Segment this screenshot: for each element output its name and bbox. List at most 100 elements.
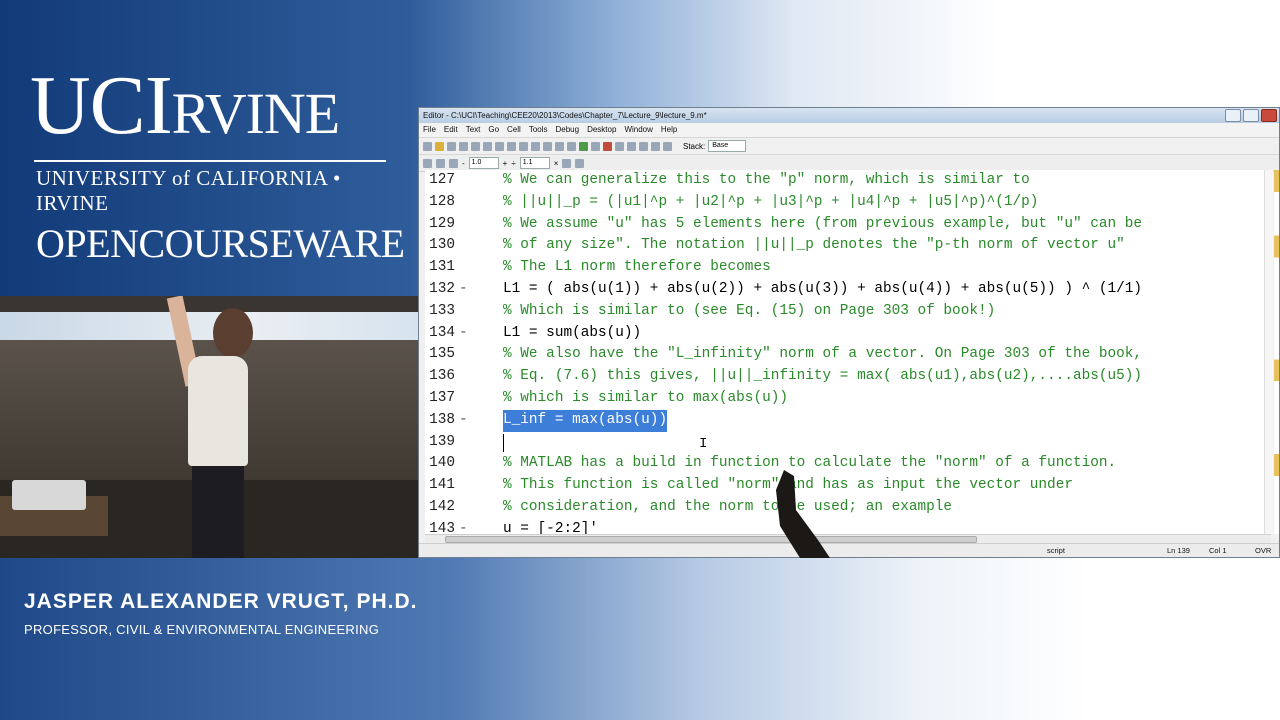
code-line[interactable]: 133 % Which is similar to (see Eq. (15) o… <box>425 301 1271 323</box>
line-number: 136 <box>429 368 455 385</box>
cell-advance-icon[interactable] <box>436 158 445 168</box>
code-area[interactable]: 127 % We can generalize this to the "p" n… <box>425 170 1271 534</box>
breakpoint-marker[interactable]: - <box>459 279 468 301</box>
code-line[interactable]: 143- u = [-2:2]' <box>425 519 1271 534</box>
menu-text[interactable]: Text <box>466 123 481 137</box>
message-bar[interactable] <box>1274 170 1279 534</box>
save-icon[interactable] <box>447 141 456 151</box>
code-line[interactable]: 142 % consideration, and the norm to be u… <box>425 497 1271 519</box>
close-button[interactable] <box>1261 109 1277 122</box>
info-icon[interactable] <box>575 158 585 168</box>
selected-code: L_inf = max(abs(u)) <box>503 409 668 432</box>
menu-cell[interactable]: Cell <box>507 123 521 137</box>
menu-desktop[interactable]: Desktop <box>587 123 616 137</box>
forward-icon[interactable] <box>555 141 564 151</box>
uci-logo: UCIRVINE UNIVERSITY of CALIFORNIA • IRVI… <box>30 64 405 267</box>
code-line[interactable]: 139 I <box>425 432 1271 454</box>
code-line[interactable]: 127 % We can generalize this to the "p" n… <box>425 170 1271 192</box>
logo-uci-text: UCIRVINE <box>30 64 390 154</box>
breakpoint-marker[interactable]: - <box>459 410 468 432</box>
status-overwrite: OVR <box>1255 546 1272 555</box>
cell-plus-button[interactable]: + <box>503 159 508 168</box>
menu-debug[interactable]: Debug <box>556 123 580 137</box>
cell-value-input[interactable]: 1.0 <box>468 157 499 169</box>
continue-icon[interactable] <box>651 141 660 151</box>
minimize-button[interactable] <box>1225 109 1241 122</box>
undo-icon[interactable] <box>495 141 504 151</box>
matlab-editor-window: Editor - C:\UCI\Teaching\CEE20\2013\Code… <box>418 107 1280 558</box>
vertical-scrollbar[interactable] <box>1264 170 1273 534</box>
code-comment: % The L1 norm therefore becomes <box>503 259 771 276</box>
step-in-icon[interactable] <box>627 141 636 151</box>
code-statement: u = [-2:2]' <box>503 520 598 534</box>
redo-icon[interactable] <box>507 141 516 151</box>
code-comment: % We also have the "L_infinity" norm of … <box>503 346 1143 363</box>
code-line[interactable]: 136 % Eq. (7.6) this gives, ||u||_infinit… <box>425 366 1271 388</box>
line-number: 143 <box>429 520 455 534</box>
run-icon[interactable] <box>579 141 588 151</box>
cell-scale-input[interactable]: 1.1 <box>519 157 550 169</box>
line-number: 128 <box>429 193 455 210</box>
menu-window[interactable]: Window <box>624 123 652 137</box>
maximize-button[interactable] <box>1243 109 1259 122</box>
footer-band <box>0 558 1280 720</box>
step-icon[interactable] <box>615 141 624 151</box>
menu-edit[interactable]: Edit <box>444 123 458 137</box>
menu-help[interactable]: Help <box>661 123 677 137</box>
line-number: 127 <box>429 172 455 188</box>
code-line[interactable]: 134- L1 = sum(abs(u)) <box>425 323 1271 345</box>
cell-multiply-button[interactable]: × <box>554 159 559 168</box>
menu-file[interactable]: File <box>423 123 436 137</box>
cut-icon[interactable] <box>459 141 468 151</box>
line-number: 131 <box>429 259 455 276</box>
cell-mode-icon[interactable] <box>562 158 572 168</box>
code-line[interactable]: 137 % which is similar to max(abs(u)) <box>425 388 1271 410</box>
line-number: 137 <box>429 389 455 406</box>
code-line[interactable]: 128 % ||u||_p = (|u1|^p + |u2|^p + |u3|^p… <box>425 192 1271 214</box>
function-icon[interactable] <box>567 141 576 151</box>
code-line[interactable]: 140% MATLAB has a build in function to c… <box>425 453 1271 475</box>
find-icon[interactable] <box>531 141 540 151</box>
back-icon[interactable] <box>543 141 552 151</box>
window-controls <box>1225 109 1277 122</box>
cell-divide-button[interactable]: ÷ <box>511 159 515 168</box>
horizontal-scrollbar[interactable] <box>425 534 1271 543</box>
code-line[interactable]: 135 % We also have the "L_infinity" norm … <box>425 344 1271 366</box>
cell-minus-button[interactable]: - <box>462 159 465 168</box>
text-cursor <box>503 433 504 452</box>
paste-icon[interactable] <box>483 141 492 151</box>
breakpoint-marker[interactable]: - <box>459 323 468 345</box>
logo-opencourseware: OPENCOURSEWARE <box>36 221 405 266</box>
code-comment: % Which is similar to (see Eq. (15) on P… <box>503 302 996 319</box>
code-line[interactable]: 141% This function is called "norm" and … <box>425 475 1271 497</box>
code-line[interactable]: 131 % The L1 norm therefore becomes <box>425 257 1271 279</box>
step-out-icon[interactable] <box>639 141 648 151</box>
exit-debug-icon[interactable] <box>663 141 672 151</box>
menu-tools[interactable]: Tools <box>529 123 548 137</box>
projection-screen <box>0 312 418 340</box>
copy-icon[interactable] <box>471 141 480 151</box>
clear-breakpoints-icon[interactable] <box>603 141 612 151</box>
line-number: 141 <box>429 477 455 494</box>
code-line[interactable]: 129 % We assume "u" has 5 elements here (… <box>425 214 1271 236</box>
code-statement: L1 = ( abs(u(1)) + abs(u(2)) + abs(u(3))… <box>503 280 1143 297</box>
pointing-hand <box>776 470 830 558</box>
lecturer-head <box>213 308 253 358</box>
open-file-icon[interactable] <box>435 141 444 151</box>
logo-uci: UCI <box>30 59 173 152</box>
breakpoint-marker[interactable]: - <box>459 519 468 534</box>
print-icon[interactable] <box>519 141 528 151</box>
cell-run-icon[interactable] <box>449 158 458 168</box>
code-line[interactable]: 132- L1 = ( abs(u(1)) + abs(u(2)) + abs(u… <box>425 279 1271 301</box>
code-line[interactable]: 130 % of any size". The notation ||u||_p … <box>425 235 1271 257</box>
line-number: 129 <box>429 215 455 232</box>
stack-select[interactable]: Base <box>708 140 747 152</box>
menu-go[interactable]: Go <box>488 123 499 137</box>
set-breakpoint-icon[interactable] <box>591 141 600 151</box>
horizontal-scroll-thumb[interactable] <box>445 536 977 543</box>
cell-eval-icon[interactable] <box>423 158 432 168</box>
code-line[interactable]: 138- L_inf = max(abs(u)) <box>425 409 1271 432</box>
new-file-icon[interactable] <box>423 141 432 151</box>
presenter-title: PROFESSOR, CIVIL & ENVIRONMENTAL ENGINEE… <box>24 622 380 637</box>
presenter-name: JASPER ALEXANDER VRUGT, PH.D. <box>24 590 418 613</box>
